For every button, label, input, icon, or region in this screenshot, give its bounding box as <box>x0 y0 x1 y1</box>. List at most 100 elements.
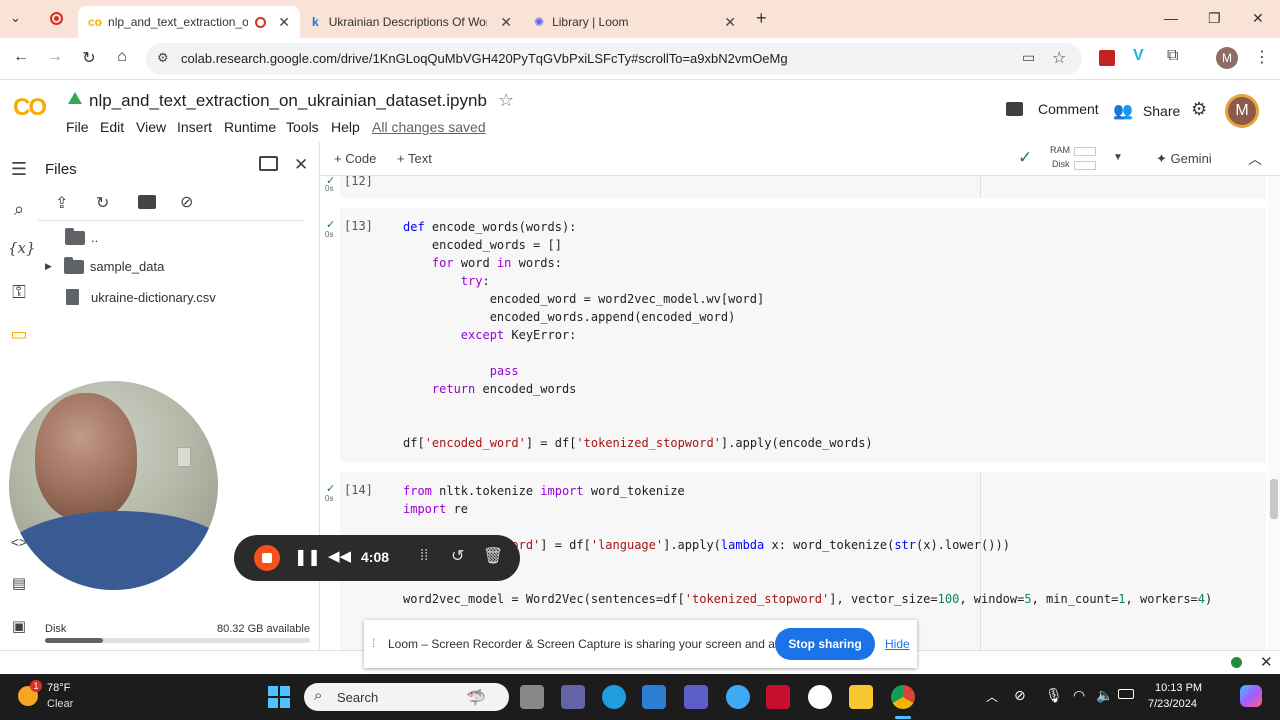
microphone-icon[interactable]: 🎙 <box>1045 687 1063 704</box>
mount-drive-icon[interactable] <box>138 195 156 209</box>
close-window-icon[interactable]: ✕ <box>1252 10 1264 27</box>
tray-network-off-icon[interactable]: ⊘ <box>1014 687 1026 704</box>
search-icon[interactable]: ⌕ <box>8 199 30 220</box>
browser-menu-icon[interactable]: ⋮ <box>1254 47 1270 67</box>
close-status-icon[interactable]: ✕ <box>1260 653 1273 671</box>
restore-icon[interactable]: ❐ <box>1208 10 1221 27</box>
terminal-icon[interactable]: ▣ <box>8 617 30 635</box>
hide-files-icon[interactable]: ⊘ <box>180 192 193 212</box>
new-tab-button[interactable]: + <box>756 8 767 29</box>
tab-colab[interactable]: co nlp_and_text_extraction_on_ ✕ <box>78 6 300 38</box>
github-icon[interactable] <box>808 685 832 709</box>
site-info-icon[interactable]: ⚙ <box>157 50 169 66</box>
rewind-icon[interactable]: ◀◀ <box>328 547 351 565</box>
file-explorer-icon[interactable] <box>849 685 873 709</box>
app-tips-icon[interactable] <box>726 685 750 709</box>
volume-icon[interactable]: 🔈 <box>1096 687 1113 704</box>
menu-edit[interactable]: Edit <box>100 119 124 135</box>
notebook-scrollbar[interactable] <box>1268 176 1280 650</box>
menu-view[interactable]: View <box>136 119 166 135</box>
mcafee-icon[interactable] <box>766 685 790 709</box>
star-icon[interactable]: ☆ <box>498 90 514 111</box>
home-icon[interactable]: ⌂ <box>111 48 133 66</box>
refresh-icon[interactable]: ↻ <box>96 193 109 213</box>
secrets-key-icon[interactable]: ⚿ <box>8 282 30 303</box>
stop-recording-button[interactable] <box>254 545 280 571</box>
chrome-icon[interactable] <box>891 685 915 709</box>
settings-gear-icon[interactable]: ⚙ <box>1191 99 1207 120</box>
clock-date[interactable]: 7/23/2024 <box>1148 698 1197 710</box>
save-status-link[interactable]: All changes saved <box>372 119 486 135</box>
tab-ukrainian-descriptions[interactable]: k Ukrainian Descriptions Of Word ✕ <box>302 6 522 38</box>
taskbar-search-box[interactable]: ⌕ Search 🦈 <box>304 683 509 711</box>
comment-button[interactable]: Comment <box>1006 101 1099 117</box>
wifi-icon[interactable]: ◠ <box>1073 687 1085 704</box>
cell-code[interactable]: def encode_words(words): encoded_words =… <box>403 218 873 452</box>
colab-logo[interactable]: CO <box>13 94 47 122</box>
start-windows-icon[interactable] <box>268 686 290 708</box>
app-nlp-icon[interactable] <box>684 685 708 709</box>
open-in-tab-icon[interactable] <box>259 156 278 171</box>
account-avatar[interactable]: M <box>1225 94 1259 128</box>
gemini-button[interactable]: ✦ Gemini <box>1156 151 1212 167</box>
extension-red-icon[interactable] <box>1099 50 1115 66</box>
stop-sharing-button[interactable]: Stop sharing <box>775 628 875 660</box>
minimize-icon[interactable]: — <box>1164 10 1178 26</box>
collapse-header-icon[interactable]: ︿ <box>1248 149 1262 169</box>
table-of-contents-icon[interactable]: ☰ <box>8 159 30 180</box>
close-panel-icon[interactable]: ✕ <box>294 155 308 175</box>
reload-icon[interactable]: ↻ <box>78 48 100 68</box>
menu-insert[interactable]: Insert <box>177 119 212 135</box>
weather-widget[interactable]: 1 78°F Clear <box>18 680 108 714</box>
clock-time[interactable]: 10:13 PM <box>1155 682 1202 694</box>
close-tab-icon[interactable]: ✕ <box>724 14 736 31</box>
store-icon[interactable] <box>642 685 666 709</box>
file-row-sample-data[interactable]: ▶ sample_data <box>45 256 164 274</box>
delete-trash-icon[interactable]: 🗑 <box>483 546 503 566</box>
battery-icon[interactable] <box>1118 689 1134 699</box>
menu-file[interactable]: File <box>66 119 89 135</box>
expand-arrow-icon[interactable]: ▶ <box>45 261 52 272</box>
webcam-bubble[interactable] <box>9 381 218 590</box>
bookmark-star-icon[interactable]: ☆ <box>1052 48 1066 68</box>
tab-search-button[interactable]: ⌄ <box>10 10 21 26</box>
close-tab-icon[interactable]: ✕ <box>278 14 290 31</box>
camera-icon[interactable]: ▭ <box>1022 49 1035 66</box>
file-row-parent[interactable]: .. <box>65 227 98 245</box>
share-button[interactable]: 👥 Share <box>1113 101 1180 121</box>
restart-icon[interactable]: ↺ <box>451 546 464 566</box>
teams-icon[interactable] <box>561 685 585 709</box>
variables-icon[interactable]: {x} <box>8 239 36 257</box>
copilot-icon[interactable] <box>1240 685 1262 707</box>
hide-link[interactable]: Hide <box>885 637 910 651</box>
address-bar[interactable]: ⚙ colab.research.google.com/drive/1KnGLo… <box>146 43 1082 75</box>
back-icon[interactable]: ← <box>10 48 32 66</box>
tab-loom[interactable]: ✺ Library | Loom ✕ <box>524 6 746 38</box>
add-code-button[interactable]: + Code <box>334 151 376 166</box>
drag-handle-icon[interactable]: ⁞⁞ <box>420 547 428 564</box>
menu-runtime[interactable]: Runtime <box>224 119 276 135</box>
task-view-icon[interactable] <box>520 685 544 709</box>
forward-icon[interactable]: → <box>44 48 66 66</box>
files-folder-icon[interactable]: ▭ <box>8 324 30 345</box>
menu-help[interactable]: Help <box>331 119 360 135</box>
profile-avatar[interactable]: M <box>1216 47 1238 69</box>
vimeo-extension-icon[interactable]: V <box>1133 47 1144 65</box>
tray-chevron-icon[interactable]: ︿ <box>986 688 998 705</box>
pause-icon[interactable]: ❚❚ <box>294 547 321 567</box>
edge-icon[interactable] <box>602 685 626 709</box>
close-tab-icon[interactable]: ✕ <box>500 14 512 31</box>
scrollbar-thumb[interactable] <box>1270 479 1278 519</box>
resources-widget[interactable]: RAM Disk <box>1050 145 1110 173</box>
menu-tools[interactable]: Tools <box>286 119 319 135</box>
extensions-puzzle-icon[interactable]: ⧉ <box>1167 47 1178 65</box>
cell-code[interactable]: from nltk.tokenize import word_tokenize … <box>403 482 1212 608</box>
upload-file-icon[interactable]: ⇪ <box>55 193 68 213</box>
sharing-grip-icon[interactable]: ⁞ <box>372 636 375 650</box>
file-row-dictionary[interactable]: ukraine-dictionary.csv <box>62 289 216 305</box>
notebook-title[interactable]: nlp_and_text_extraction_on_ukrainian_dat… <box>89 91 487 111</box>
code-cell-13[interactable]: ✓ 0s [13] def encode_words(words): encod… <box>325 208 1266 462</box>
add-text-button[interactable]: + Text <box>397 151 432 166</box>
code-cell-12[interactable]: ✓ 0s [12] <box>325 176 1266 198</box>
runtime-dropdown-icon[interactable]: ▼ <box>1113 152 1123 163</box>
